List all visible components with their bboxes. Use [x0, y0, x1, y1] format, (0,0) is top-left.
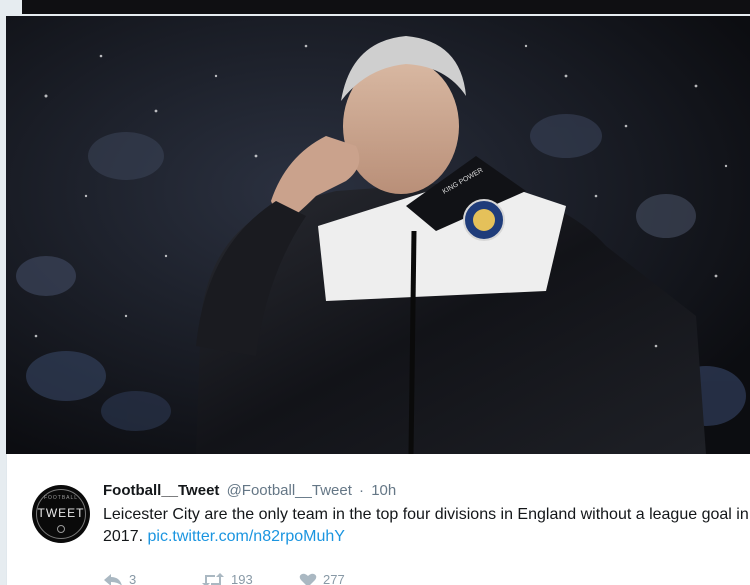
tweet-actions: 3 193 277	[103, 572, 397, 585]
heart-icon	[299, 573, 317, 585]
avatar-text: TWEET	[37, 506, 85, 520]
reply-count: 3	[129, 572, 137, 585]
previous-tweet-image-edge	[0, 0, 750, 16]
retweet-count: 193	[231, 572, 253, 585]
tweet-header: Football__Tweet @Football__Tweet · 10h	[103, 482, 396, 499]
reply-button[interactable]: 3	[103, 572, 201, 585]
like-button[interactable]: 277	[299, 572, 397, 585]
avatar-ball-icon	[57, 525, 65, 533]
like-count: 277	[323, 572, 345, 585]
tweet-timestamp[interactable]: 10h	[371, 482, 396, 499]
previous-image-strip	[22, 0, 750, 14]
avatar-small-text: FOOTBALL	[43, 495, 79, 501]
tweet-pic-link[interactable]: pic.twitter.com/n82rpoMuhY	[148, 528, 345, 545]
tweet-photo[interactable]: KING POWER	[6, 16, 750, 454]
meta-separator: ·	[359, 482, 365, 499]
photo-illustration: KING POWER	[6, 16, 750, 454]
tweet-card[interactable]: FOOTBALL TWEET Football__Tweet @Football…	[6, 454, 750, 585]
retweet-icon	[202, 572, 224, 585]
reply-icon	[104, 573, 122, 585]
user-handle[interactable]: @Football__Tweet	[227, 482, 352, 499]
avatar[interactable]: FOOTBALL TWEET	[32, 485, 90, 543]
retweet-button[interactable]: 193	[201, 572, 299, 585]
display-name[interactable]: Football__Tweet	[103, 482, 219, 499]
tweet-text: Leicester City are the only team in the …	[103, 504, 750, 548]
